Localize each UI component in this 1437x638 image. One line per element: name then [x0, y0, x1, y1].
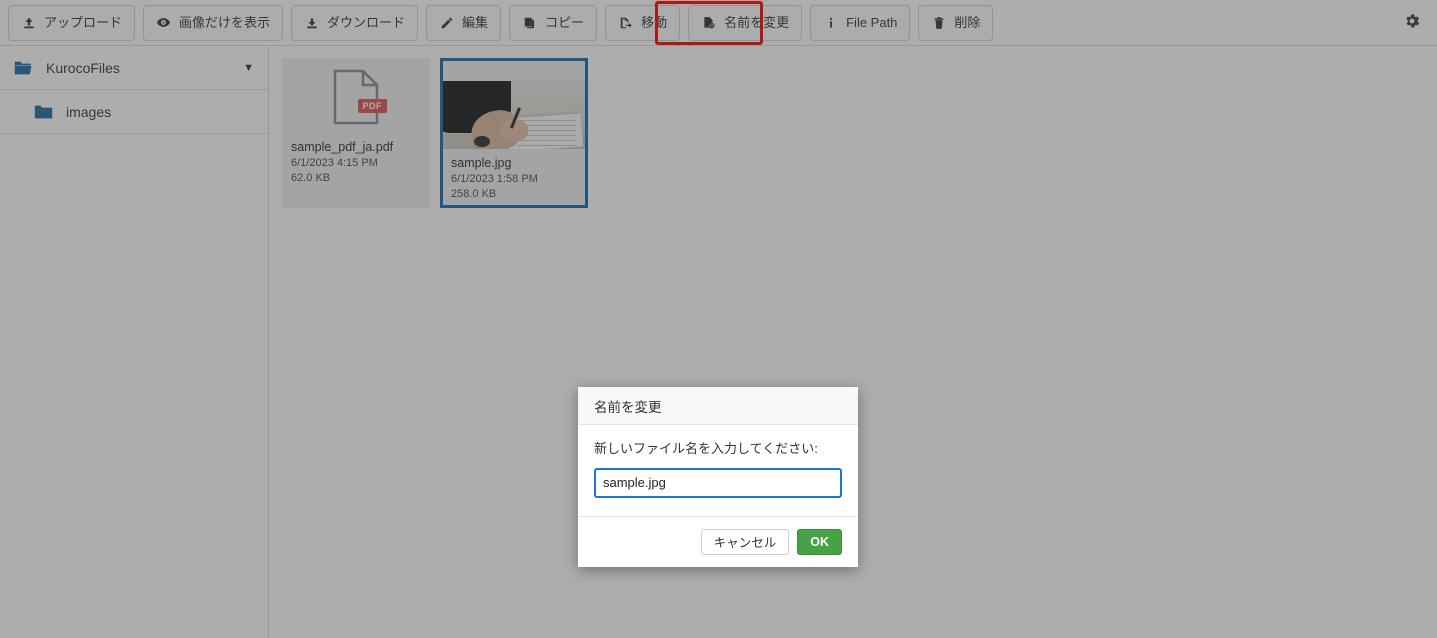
dialog-body: 新しいファイル名を入力してください:: [578, 425, 858, 517]
rename-dialog: 名前を変更 新しいファイル名を入力してください: キャンセル OK: [578, 387, 858, 567]
dialog-title: 名前を変更: [578, 387, 858, 425]
cancel-button[interactable]: キャンセル: [700, 528, 790, 555]
ok-button[interactable]: OK: [797, 528, 842, 555]
filename-input[interactable]: [594, 467, 842, 498]
dialog-prompt-label: 新しいファイル名を入力してください:: [594, 441, 818, 456]
file-manager-app: アップロード 画像だけを表示 ダウンロード 編集 コピー 移動 名前を変更 Fi…: [0, 0, 1437, 638]
dialog-footer: キャンセル OK: [578, 516, 858, 567]
